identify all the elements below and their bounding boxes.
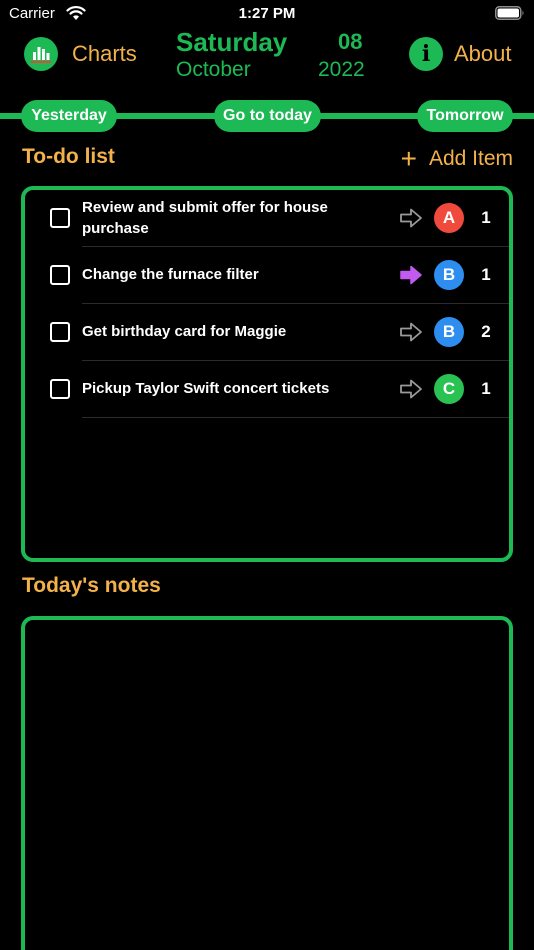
go-to-today-button[interactable]: Go to today: [214, 100, 321, 132]
day-number: 08: [338, 29, 363, 54]
status-bar: Carrier 1:27 PM: [0, 0, 534, 28]
notes-text-area[interactable]: [21, 616, 513, 950]
todo-list-title: To-do list: [22, 145, 115, 168]
priority-badge[interactable]: A: [434, 203, 464, 233]
info-icon: i: [409, 37, 443, 71]
priority-badge[interactable]: C: [434, 374, 464, 404]
todo-checkbox[interactable]: [50, 265, 70, 285]
year-label: 2022: [318, 58, 365, 81]
todo-row[interactable]: Get birthday card for Maggie B 2: [25, 304, 509, 361]
todo-text: Review and submit offer for house purcha…: [82, 199, 328, 237]
defer-arrow-icon[interactable]: [399, 378, 423, 400]
battery-icon: [495, 6, 524, 20]
todo-list: Review and submit offer for house purcha…: [21, 186, 513, 562]
month-label: October: [176, 58, 251, 81]
day-name: Saturday: [176, 27, 288, 57]
clock: 1:27 PM: [238, 5, 296, 22]
item-count: 2: [481, 322, 491, 341]
add-item-button[interactable]: + Add Item: [401, 145, 513, 173]
defer-arrow-icon[interactable]: [399, 207, 423, 229]
todo-row[interactable]: Review and submit offer for house purcha…: [25, 190, 509, 247]
todo-text: Get birthday card for Maggie: [82, 323, 287, 340]
about-button[interactable]: i About: [409, 37, 512, 71]
priority-badge[interactable]: B: [434, 260, 464, 290]
row-separator: [82, 417, 509, 418]
item-count: 1: [481, 208, 491, 227]
defer-arrow-icon[interactable]: [399, 264, 423, 286]
plus-icon: +: [400, 143, 417, 174]
todo-row[interactable]: Change the furnace filter B 1: [25, 247, 509, 304]
priority-badge[interactable]: B: [434, 317, 464, 347]
charts-button[interactable]: Charts: [24, 37, 137, 71]
tomorrow-button[interactable]: Tomorrow: [417, 100, 513, 132]
item-count: 1: [481, 379, 491, 398]
todo-text: Pickup Taylor Swift concert tickets: [82, 380, 330, 397]
todays-notes-title: Today's notes: [22, 574, 161, 597]
todo-checkbox[interactable]: [50, 322, 70, 342]
todo-text: Change the furnace filter: [82, 266, 259, 283]
add-item-label: Add Item: [428, 147, 513, 170]
yesterday-button[interactable]: Yesterday: [21, 100, 117, 132]
bar-chart-icon: [24, 37, 58, 71]
todo-row[interactable]: Pickup Taylor Swift concert tickets C 1: [25, 361, 509, 418]
todo-checkbox[interactable]: [50, 379, 70, 399]
item-count: 1: [481, 265, 491, 284]
about-label: About: [454, 41, 512, 66]
todo-checkbox[interactable]: [50, 208, 70, 228]
charts-label: Charts: [72, 41, 137, 66]
defer-arrow-icon[interactable]: [399, 321, 423, 343]
